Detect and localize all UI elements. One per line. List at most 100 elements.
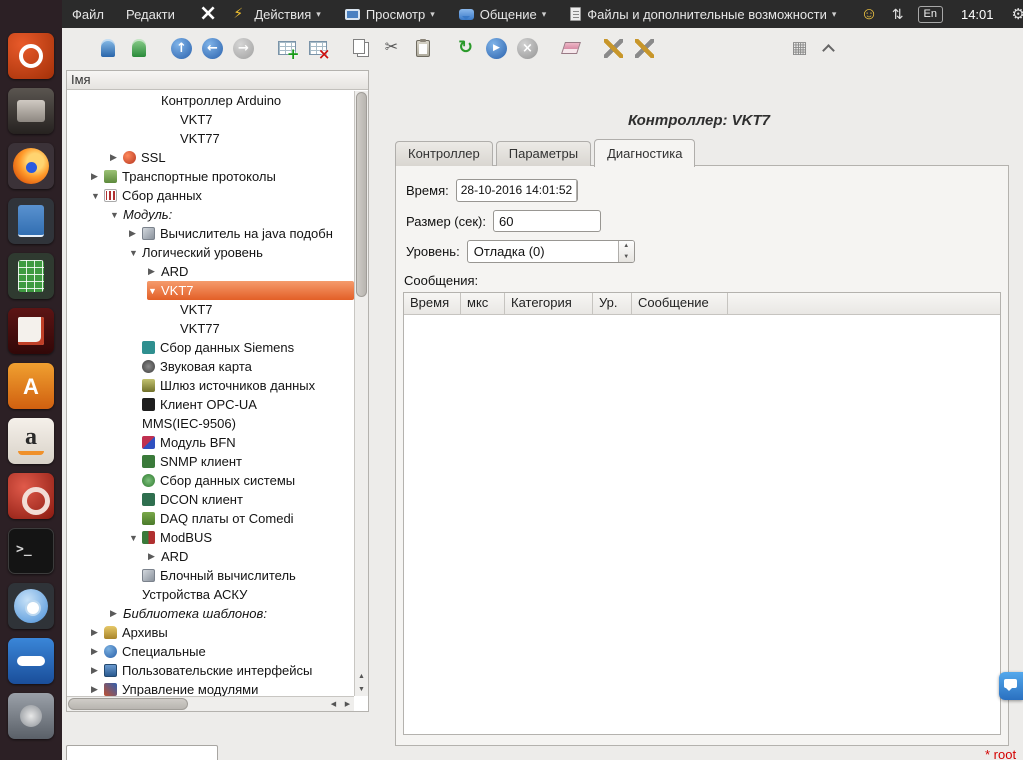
spin-buttons[interactable]: ▲ ▼ <box>618 241 634 262</box>
scroll-up-icon[interactable]: ▲ <box>355 670 368 683</box>
close-window-icon[interactable]: × <box>199 3 217 25</box>
load-db-button[interactable] <box>94 35 121 61</box>
collapse-toolbar-button[interactable] <box>815 35 842 61</box>
expander-icon[interactable]: ▶ <box>109 608 123 619</box>
copy-button[interactable] <box>347 35 374 61</box>
expander-icon[interactable]: ▶ <box>128 228 142 239</box>
tree-item[interactable]: VKT77 <box>166 129 354 148</box>
size-input[interactable] <box>493 210 601 232</box>
tree-item[interactable]: VKT7 <box>166 110 354 129</box>
tree-item[interactable]: ▶Специальные <box>90 642 354 661</box>
tree-item[interactable]: Звуковая карта <box>128 357 354 376</box>
session-gear-icon[interactable]: ⚙ <box>1012 5 1023 23</box>
tab-controller[interactable]: Контроллер <box>395 141 493 166</box>
column-header[interactable]: Категория <box>505 293 593 314</box>
paste-button[interactable] <box>409 35 436 61</box>
clock-indicator[interactable]: 14:01 <box>961 7 994 22</box>
expander-icon[interactable]: ▶ <box>90 684 104 695</box>
cut-button[interactable]: ✂ <box>378 35 405 61</box>
impress-icon[interactable] <box>8 308 54 354</box>
tab-diagnostics[interactable]: Диагностика <box>594 139 695 167</box>
tree-item[interactable]: Шлюз источников данных <box>128 376 354 395</box>
tree-item[interactable]: Контроллер Arduino <box>147 91 354 110</box>
chromium-icon[interactable] <box>8 583 54 629</box>
clear-button[interactable] <box>557 35 584 61</box>
column-header[interactable]: Ур. <box>593 293 632 314</box>
smiley-indicator-icon[interactable]: ☺ <box>860 4 877 24</box>
disk-icon[interactable] <box>8 693 54 739</box>
tree-item[interactable]: Блочный вычислитель <box>128 566 354 585</box>
column-header[interactable]: Сообщение <box>632 293 728 314</box>
tree-item[interactable]: ▶ARD <box>147 547 354 566</box>
tree-item[interactable]: ▶ARD <box>147 262 354 281</box>
text-entry-indicator-icon[interactable]: ⇅ <box>892 6 904 23</box>
teamviewer-icon[interactable] <box>8 638 54 684</box>
tree-item[interactable]: ▶Библиотека шаблонов: <box>109 604 354 623</box>
tree-item[interactable]: Сбор данных системы <box>128 471 354 490</box>
ubuntu-launcher-icon[interactable] <box>8 33 54 79</box>
forward-button[interactable]: → <box>230 35 257 61</box>
tools-button-2[interactable] <box>631 35 658 61</box>
delete-item-button[interactable] <box>304 35 331 61</box>
tree-item[interactable]: Клиент OPC-UA <box>128 395 354 414</box>
tree-column-header[interactable]: Імя <box>67 71 368 90</box>
time-combobox[interactable]: 28-10-2016 14:01:52 ▾ <box>456 179 578 202</box>
spin-down-icon[interactable]: ▼ <box>619 252 634 263</box>
hscrollbar-thumb[interactable] <box>68 698 188 710</box>
add-item-button[interactable] <box>273 35 300 61</box>
software-center-icon[interactable] <box>8 363 54 409</box>
menu-communication[interactable]: Общение▾ <box>459 7 547 22</box>
expander-icon[interactable]: ▶ <box>90 646 104 657</box>
files-app-icon[interactable] <box>8 88 54 134</box>
tree-item[interactable]: ▼Сбор данных <box>90 186 354 205</box>
terminal-icon[interactable] <box>8 528 54 574</box>
scroll-down-icon[interactable]: ▼ <box>355 683 368 696</box>
settings-icon[interactable] <box>8 473 54 519</box>
tree-item[interactable]: MMS(IEC-9506) <box>128 414 354 433</box>
column-header[interactable]: мкс <box>461 293 505 314</box>
tree-item[interactable]: ▼Логический уровень <box>128 243 354 262</box>
expander-icon[interactable]: ▼ <box>128 533 142 543</box>
expander-icon[interactable]: ▶ <box>90 627 104 638</box>
back-button[interactable]: ← <box>199 35 226 61</box>
level-spinbox[interactable]: Отладка (0) ▲ ▼ <box>467 240 635 263</box>
tree-item[interactable]: ▶Транспортные протоколы <box>90 167 354 186</box>
tree-item[interactable]: ▼VKT7 <box>147 281 354 300</box>
tree-item[interactable]: ▼Модуль: <box>109 205 354 224</box>
tree-item[interactable]: ▶SSL <box>109 148 354 167</box>
firefox-icon[interactable] <box>8 143 54 189</box>
expander-icon[interactable]: ▼ <box>128 248 142 258</box>
keyboard-layout-indicator[interactable]: En <box>918 6 943 23</box>
menu-actions[interactable]: Действия▾ <box>233 7 321 22</box>
expander-icon[interactable]: ▶ <box>109 152 123 163</box>
menu-edit[interactable]: Редакти <box>126 7 175 22</box>
tree-item[interactable]: Модуль BFN <box>128 433 354 452</box>
expander-icon[interactable]: ▶ <box>147 266 161 277</box>
tree-item[interactable]: VKT77 <box>166 319 354 338</box>
expander-icon[interactable]: ▼ <box>109 210 123 220</box>
expander-icon[interactable]: ▶ <box>90 665 104 676</box>
tree-item[interactable]: DAQ платы от Comedi <box>128 509 354 528</box>
chat-bubble-button[interactable] <box>999 672 1023 700</box>
column-header[interactable]: Время <box>404 293 461 314</box>
tab-parameters[interactable]: Параметры <box>496 141 591 166</box>
expander-icon[interactable]: ▼ <box>90 191 104 201</box>
expander-icon[interactable]: ▼ <box>147 286 161 296</box>
tools-button-1[interactable] <box>600 35 627 61</box>
tree-item[interactable]: Устройства АСКУ <box>128 585 354 604</box>
expander-icon[interactable]: ▶ <box>147 551 161 562</box>
start-button[interactable]: ▶ <box>483 35 510 61</box>
tree-item[interactable]: ▶Пользовательские интерфейсы <box>90 661 354 680</box>
tree-item[interactable]: Сбор данных Siemens <box>128 338 354 357</box>
amazon-icon[interactable] <box>8 418 54 464</box>
menu-view[interactable]: Просмотр▾ <box>345 7 435 22</box>
up-button[interactable]: ↑ <box>168 35 195 61</box>
writer-icon[interactable] <box>8 198 54 244</box>
tree-item[interactable]: ▶Вычислитель на java подобн <box>128 224 354 243</box>
menu-files-extra[interactable]: Файлы и дополнительные возможности▾ <box>570 7 836 22</box>
calc-icon[interactable] <box>8 253 54 299</box>
tree-item[interactable]: VKT7 <box>166 300 354 319</box>
scroll-left-icon[interactable]: ◀ <box>327 698 340 711</box>
tree-horizontal-scrollbar[interactable]: ◀ ▶ <box>67 696 354 711</box>
tree-item[interactable]: ▼ModBUS <box>128 528 354 547</box>
